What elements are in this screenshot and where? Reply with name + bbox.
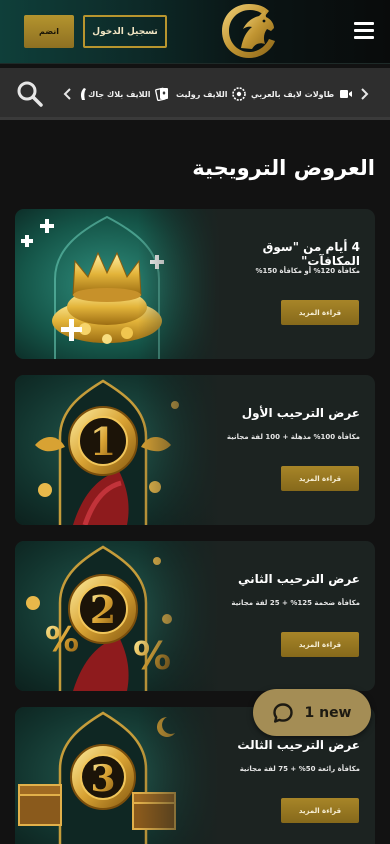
promo-card-title: عرض الترحيب الأول — [241, 406, 360, 420]
page-title: العروض الترويجية — [192, 156, 375, 180]
category-label: طاولات لايف بالعربي — [251, 89, 335, 99]
category-item-roulette[interactable]: اللايف روليت — [176, 85, 247, 103]
read-more-button[interactable]: قراءة المزيد — [281, 466, 359, 491]
chat-unread-label: 1 new — [304, 704, 352, 721]
read-more-button[interactable]: قراءة المزيد — [281, 300, 359, 325]
category-item-blackjack[interactable]: اللايف بلاك جاك — [88, 85, 169, 103]
read-more-button[interactable]: قراءة المزيد — [281, 798, 359, 823]
gold-crown-coins-image — [15, 209, 220, 359]
search-icon[interactable] — [16, 80, 44, 108]
promo-card[interactable]: 4 أيام من "سوق المكافآت" مكافأة 120% أو … — [15, 209, 375, 359]
gold-coin-number-1-image: 1 — [15, 375, 220, 525]
playing-cards-icon — [155, 87, 169, 101]
promo-card-description: مكافأة 120% أو مكافأة 150% — [255, 267, 360, 275]
hamburger-menu-icon[interactable] — [354, 22, 374, 40]
promo-card[interactable]: 1 عرض الترحيب الأول مكافأة 100% مذهلة + … — [15, 375, 375, 525]
join-button[interactable]: انضم — [24, 15, 74, 48]
category-nav: اللايف بلاك جاك اللايف روليت طاولات لايف… — [0, 68, 390, 120]
gold-coin-number-3-image: 3 — [15, 707, 220, 844]
category-label: اللايف بلاك جاك — [88, 89, 151, 99]
read-more-button[interactable]: قراءة المزيد — [281, 632, 359, 657]
promo-card-description: مكافأة 100% مذهلة + 100 لفة مجانية — [226, 433, 360, 441]
promo-card-description: مكافأة ضخمة 125% + 25 لفة مجانية — [231, 599, 360, 607]
promo-card-title: 4 أيام من "سوق المكافآت" — [262, 240, 360, 268]
chat-bubble-icon — [273, 702, 294, 723]
promo-card-title: عرض الترحيب الثاني — [237, 572, 360, 586]
top-header: انضم تسجيل الدخول — [0, 0, 390, 64]
gold-coin-number-2-image: 2 % % — [15, 541, 220, 691]
login-button[interactable]: تسجيل الدخول — [83, 15, 167, 48]
category-label: اللايف روليت — [176, 89, 228, 99]
chevron-right-icon[interactable] — [357, 84, 371, 104]
roulette-wheel-icon — [232, 87, 247, 101]
promo-card-description: مكافأة رائعة 50% + 75 لفة مجانية — [239, 765, 360, 773]
chat-widget-button[interactable]: 1 new — [253, 689, 371, 736]
horse-head-logo[interactable] — [219, 2, 279, 60]
category-item-arabic-live-tables[interactable]: طاولات لايف بالعربي — [251, 85, 353, 103]
chevron-left-icon[interactable] — [60, 84, 74, 104]
promo-card-title: عرض الترحيب الثالث — [237, 738, 360, 752]
video-camera-icon — [339, 87, 353, 101]
promo-card[interactable]: 2 % % عرض الترحيب الثاني مكافأة ضخمة 125… — [15, 541, 375, 691]
